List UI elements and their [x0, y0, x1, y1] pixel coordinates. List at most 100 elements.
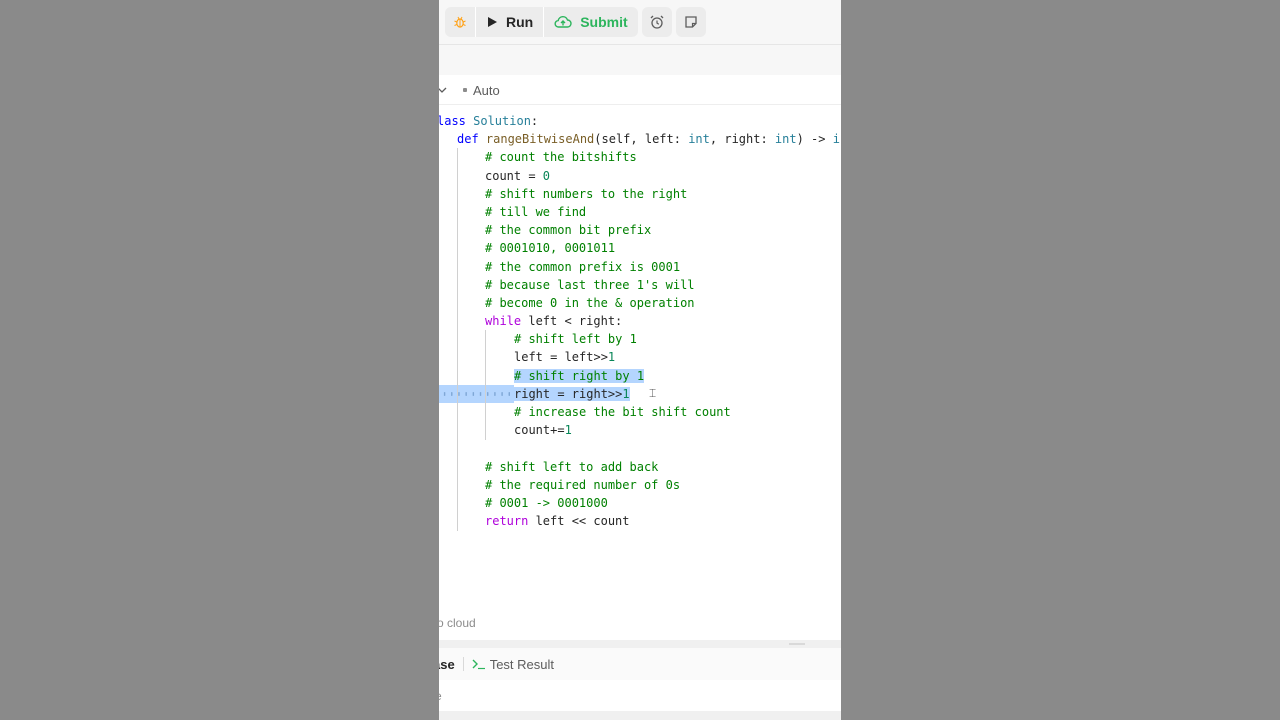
code-line-text: # 0001 -> 0001000 — [485, 494, 608, 512]
tab-testcase[interactable]: ase — [439, 657, 455, 672]
code-token: int — [774, 132, 797, 147]
code-token: ) -> — [796, 132, 833, 147]
code-line[interactable]: # 0001 -> 0001000 — [439, 494, 841, 512]
tab-test-result-label: Test Result — [489, 656, 555, 672]
cloud-upload-icon — [554, 15, 572, 28]
code-token: count = — [485, 168, 543, 183]
code-line[interactable]: while left < right: — [439, 312, 841, 330]
code-line-text: # the common bit prefix — [485, 221, 651, 239]
code-line-text: # count the bitshifts — [485, 148, 637, 166]
panel-resize-divider[interactable] — [439, 640, 841, 648]
editor-header-strip — [439, 45, 841, 75]
code-token: 1 — [564, 423, 572, 438]
submit-label: Submit — [580, 14, 628, 30]
code-line[interactable]: # shift left to add back — [439, 458, 841, 476]
code-token: # become 0 in the & operation — [485, 295, 695, 310]
code-line-text: # the required number of 0s — [485, 476, 680, 494]
run-button[interactable]: Run — [476, 7, 543, 37]
code-token: Solution — [473, 114, 531, 128]
code-line[interactable]: # shift numbers to the right — [439, 185, 841, 203]
code-line-text: # shift left by 1 — [514, 330, 637, 348]
auto-mode-label[interactable]: Auto — [473, 83, 500, 98]
code-line[interactable]: count+=1 — [439, 421, 841, 439]
code-token: in — [832, 132, 841, 147]
tab-separator — [462, 657, 464, 671]
tab-test-result[interactable]: Test Result — [472, 657, 554, 672]
code-token: rangeBitwiseAnd — [485, 132, 595, 147]
submit-button[interactable]: Submit — [544, 7, 637, 37]
code-line-text: count = 0 — [485, 167, 550, 185]
code-line[interactable] — [439, 439, 841, 457]
code-line[interactable]: # 0001010, 0001011 — [439, 239, 841, 257]
indent-guide — [485, 330, 486, 440]
code-line-text: # shift numbers to the right — [485, 185, 687, 203]
timer-button[interactable] — [642, 7, 672, 37]
code-token: # 0001010, 0001011 — [485, 241, 616, 256]
code-line[interactable]: # the common prefix is 0001 — [439, 258, 841, 276]
note-icon — [685, 16, 697, 28]
code-line[interactable]: # because last three 1's will — [439, 276, 841, 294]
note-button[interactable] — [676, 7, 706, 37]
code-token: 1 — [607, 350, 616, 365]
code-line-text: def rangeBitwiseAnd(self, left: int, rig… — [457, 130, 841, 148]
code-token: # because last three 1's will — [485, 277, 695, 292]
code-token: def — [457, 132, 486, 147]
code-line-text: left = left>>1 — [514, 348, 615, 366]
code-line-text: # shift left to add back — [485, 458, 658, 476]
code-line[interactable]: # till we find — [439, 203, 841, 221]
code-line-text: # 0001010, 0001011 — [485, 239, 615, 257]
code-line-text: right = right>>1 — [514, 385, 630, 403]
code-token: # the common prefix is 0001 — [485, 259, 681, 274]
run-submit-group: Run Submit — [445, 7, 638, 37]
code-line[interactable]: # become 0 in the & operation — [439, 294, 841, 312]
code-token: while — [485, 314, 529, 329]
bug-icon — [454, 16, 466, 28]
indent-guide — [457, 148, 458, 531]
terminal-icon — [472, 659, 485, 670]
code-line-text: while left < right: — [485, 312, 622, 330]
code-line[interactable]: # increase the bit shift count — [439, 403, 841, 421]
code-line[interactable]: lass Solution: — [439, 112, 841, 130]
code-token: # 0001 -> 0001000 — [485, 495, 608, 510]
code-token: # shift left to add back — [485, 459, 659, 474]
code-line[interactable]: def rangeBitwiseAnd(self, left: int, rig… — [439, 130, 841, 148]
code-token: (self, left: — [594, 132, 689, 147]
language-bar: Auto — [439, 76, 841, 105]
code-token: left << count — [535, 514, 630, 529]
resize-handle[interactable] — [789, 643, 805, 645]
code-token: left < right: — [528, 314, 623, 329]
play-icon — [488, 17, 497, 27]
code-area[interactable]: lass Solution: def rangeBitwiseAnd(self, … — [439, 112, 841, 531]
code-line[interactable]: left = left>>1 — [439, 348, 841, 366]
code-line[interactable]: # shift right by 1 — [439, 367, 841, 385]
code-line-text: return left << count — [485, 512, 630, 530]
editor-toolbar: Run Submit — [439, 0, 841, 45]
saved-status: o cloud — [439, 616, 476, 630]
code-line[interactable]: # shift left by 1 — [439, 330, 841, 348]
testcase-row: e — [439, 681, 841, 711]
code-token: 0 — [542, 168, 551, 183]
selection-leading — [439, 385, 514, 403]
code-token: # the required number of 0s — [485, 477, 681, 492]
code-line[interactable]: # count the bitshifts — [439, 148, 841, 166]
code-token: # the common bit prefix — [485, 223, 652, 238]
code-line[interactable]: count = 0 — [439, 167, 841, 185]
code-line-text: # till we find — [485, 203, 586, 221]
debug-button[interactable] — [445, 7, 475, 37]
alarm-clock-icon — [650, 15, 664, 29]
code-token: return — [485, 514, 536, 529]
text-cursor-icon: ⌶ — [649, 386, 657, 400]
code-token: # count the bitshifts — [485, 150, 637, 165]
code-line-text: lass Solution: — [439, 112, 538, 130]
code-line[interactable]: # the common bit prefix — [439, 221, 841, 239]
chevron-down-icon — [439, 87, 447, 93]
code-token: # till we find — [485, 204, 587, 219]
code-line-text: # become 0 in the & operation — [485, 294, 695, 312]
code-line[interactable]: return left << count — [439, 512, 841, 530]
code-line[interactable]: # the required number of 0s — [439, 476, 841, 494]
language-dropdown[interactable] — [439, 85, 451, 95]
code-token: 1 — [622, 386, 630, 401]
code-token: right = right>> — [514, 386, 623, 401]
code-line-text: # the common prefix is 0001 — [485, 258, 680, 276]
code-line-text: # shift right by 1 — [514, 367, 645, 385]
